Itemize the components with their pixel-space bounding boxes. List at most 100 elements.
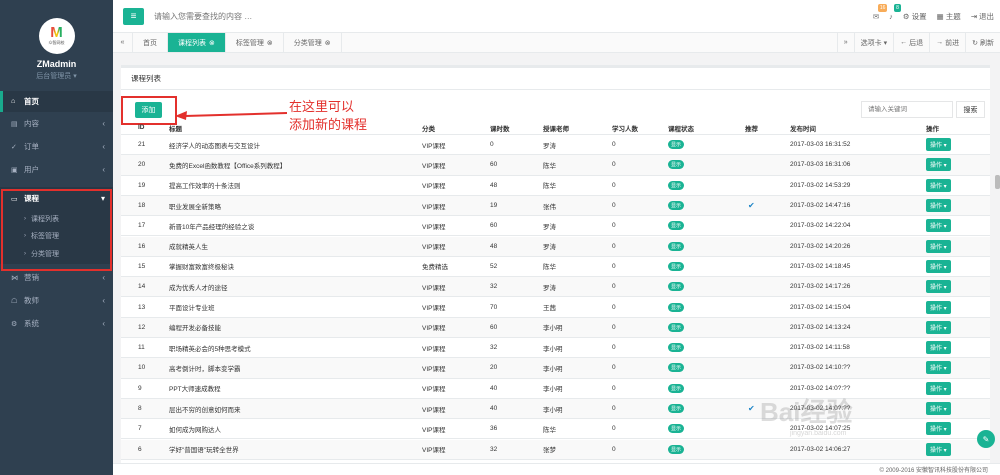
row-actions-dropdown-button[interactable]: 操作 ▾ — [926, 219, 951, 233]
cell-title: 成为优秀人才的途径 — [169, 284, 228, 292]
row-actions-dropdown-button[interactable]: 操作 ▾ — [926, 402, 951, 416]
row-actions-dropdown-button[interactable]: 操作 ▾ — [926, 239, 951, 253]
profile: M 众智网校 ZMadmin 后台管理员 ▾ — [0, 0, 113, 88]
cell-teacher: 陈华 — [543, 183, 556, 191]
cell-students: 0 — [612, 283, 616, 291]
cell-publish-time: 2017-03-02 14:20:26 — [790, 242, 851, 250]
status-badge[interactable]: 显示 — [668, 302, 685, 312]
recommend-check-icon: ✔ — [748, 201, 755, 211]
status-badge[interactable]: 显示 — [668, 201, 685, 211]
status-badge[interactable]: 显示 — [668, 160, 685, 170]
row-actions-dropdown-button[interactable]: 操作 ▾ — [926, 199, 951, 213]
sidebar-item-users[interactable]: ▣ 用户 ‹ — [0, 158, 113, 181]
cell-hours: 60 — [490, 323, 498, 331]
row-actions-dropdown-button[interactable]: 操作 ▾ — [926, 320, 951, 334]
chat-button[interactable]: ✎ — [977, 430, 995, 448]
refresh-button[interactable]: ↻ 刷新 — [965, 33, 1000, 52]
sidebar-item-home[interactable]: ⌂ 首页 — [0, 91, 113, 112]
cell-category: VIP课程 — [422, 284, 446, 292]
top-navbar: ≡ ✉ 16 ♪ 8 ⚙ 设置 ▦ 主题 ⇥ 退出 — [113, 0, 1000, 33]
row-actions-dropdown-button[interactable]: 操作 ▾ — [926, 178, 951, 192]
row-actions-dropdown-button[interactable]: 操作 ▾ — [926, 341, 951, 355]
status-badge[interactable]: 显示 — [668, 383, 685, 393]
tab-options-dropdown[interactable]: 选项卡 ▾ — [853, 33, 893, 52]
sidebar-item-orders[interactable]: ✓ 订单 ‹ — [0, 135, 113, 158]
status-badge[interactable]: 显示 — [668, 444, 685, 454]
table-row: 18 职业发展全新策略 VIP课程 19 张伟 0 2017-03-02 14:47:16 显… — [121, 195, 990, 217]
sidebar-item-teachers[interactable]: ☖ 教师 ‹ — [0, 289, 113, 312]
cell-publish-time: 2017-03-02 14:10:?? — [790, 364, 851, 372]
sidebar-item-content[interactable]: ▤ 内容 ‹ — [0, 112, 113, 135]
table-row: 10 高考倒计时，脚本变学霸 VIP课程 20 李小明 0 2017-03-02 14:10… — [121, 358, 990, 379]
close-icon[interactable]: ⊗ — [209, 39, 215, 47]
cell-teacher: 张伟 — [543, 203, 556, 211]
row-actions-dropdown-button[interactable]: 操作 ▾ — [926, 361, 951, 375]
status-badge[interactable]: 显示 — [668, 282, 685, 292]
logo-letter: M — [50, 24, 63, 41]
cell-students: 0 — [612, 181, 616, 189]
forward-button[interactable]: → 前进 — [929, 33, 965, 52]
cell-id: 8 — [138, 405, 142, 413]
row-actions-dropdown-button[interactable]: 操作 ▾ — [926, 442, 951, 456]
back-label: 后退 — [909, 39, 924, 47]
status-badge[interactable]: 显示 — [668, 241, 685, 251]
keyword-search-input[interactable] — [861, 101, 953, 118]
cell-id: 18 — [138, 202, 146, 210]
row-actions-dropdown-button[interactable]: 操作 ▾ — [926, 300, 951, 314]
close-icon[interactable]: ⊗ — [325, 39, 331, 47]
search-button[interactable]: 搜索 — [956, 101, 985, 118]
row-actions-dropdown-button[interactable]: 操作 ▾ — [926, 158, 951, 172]
tab-category-manage[interactable]: 分类管理 ⊗ — [284, 33, 342, 52]
status-badge[interactable]: 显示 — [668, 363, 685, 373]
status-badge[interactable]: 显示 — [668, 221, 685, 231]
user-role-dropdown[interactable]: 后台管理员 ▾ — [0, 71, 113, 81]
notifications-button[interactable]: ♪ 8 — [889, 3, 901, 21]
theme-icon: ▦ — [936, 11, 944, 21]
row-actions-dropdown-button[interactable]: 操作 ▾ — [926, 280, 951, 294]
cell-category: VIP课程 — [422, 406, 446, 414]
menu-toggle-button[interactable]: ≡ — [123, 7, 144, 25]
status-badge[interactable]: 显示 — [668, 404, 685, 414]
refresh-label: 刷新 — [980, 39, 994, 47]
cell-status: 显示 — [668, 257, 685, 276]
cell-students: 0 — [612, 384, 616, 392]
mail-badge: 16 — [877, 3, 888, 12]
tab-options-label: 选项卡 ▾ — [860, 39, 888, 47]
status-badge[interactable]: 显示 — [668, 180, 685, 190]
tab-home[interactable]: 首页 — [133, 33, 168, 52]
status-badge[interactable]: 显示 — [668, 322, 685, 332]
app-logo[interactable]: M 众智网校 — [38, 18, 75, 54]
global-search-input[interactable] — [154, 11, 454, 21]
settings-button[interactable]: ⚙ 设置 — [903, 11, 927, 22]
status-badge[interactable]: 显示 — [668, 140, 685, 150]
cell-teacher: 罗涛 — [543, 142, 556, 150]
page-tabs-bar: « 首页 课程列表 ⊗ 标签管理 ⊗ 分类管理 ⊗ » 选项卡 ▾ ← 后退 → 前进 ↻… — [113, 33, 1000, 53]
status-badge[interactable]: 显示 — [668, 261, 685, 271]
close-icon[interactable]: ⊗ — [267, 39, 273, 47]
tab-tag-manage[interactable]: 标签管理 ⊗ — [226, 33, 284, 52]
theme-button[interactable]: ▦ 主题 — [937, 11, 961, 22]
mail-button[interactable]: ✉ 16 — [872, 3, 888, 21]
tab-course-list[interactable]: 课程列表 ⊗ — [168, 33, 226, 52]
cell-students: 0 — [612, 303, 616, 311]
cell-category: VIP课程 — [422, 162, 446, 170]
logout-button[interactable]: ⇥ 退出 — [971, 11, 994, 22]
sidebar-item-system[interactable]: ⚙ 系统 ‹ — [0, 312, 113, 335]
tabs-scroll-right-button[interactable]: » — [836, 33, 854, 52]
row-actions-dropdown-button[interactable]: 操作 ▾ — [926, 138, 951, 152]
arrow-right-icon: → — [936, 39, 944, 46]
cell-teacher: 陈华 — [543, 162, 556, 170]
cell-id: 7 — [138, 425, 142, 433]
col-header-publish-time: 发布时间 — [790, 125, 816, 133]
row-actions-dropdown-button[interactable]: 操作 ▾ — [926, 422, 951, 436]
scrollbar-handle[interactable] — [995, 175, 1000, 189]
chevron-left-icon: ‹ — [102, 273, 105, 282]
status-badge[interactable]: 显示 — [668, 424, 685, 434]
envelope-icon: ✉ — [872, 11, 880, 21]
sidebar-item-label: 教师 — [24, 296, 39, 305]
back-button[interactable]: ← 后退 — [893, 33, 929, 52]
row-actions-dropdown-button[interactable]: 操作 ▾ — [926, 259, 951, 273]
tabs-scroll-left-button[interactable]: « — [113, 33, 133, 52]
status-badge[interactable]: 显示 — [668, 343, 685, 353]
row-actions-dropdown-button[interactable]: 操作 ▾ — [926, 381, 951, 395]
